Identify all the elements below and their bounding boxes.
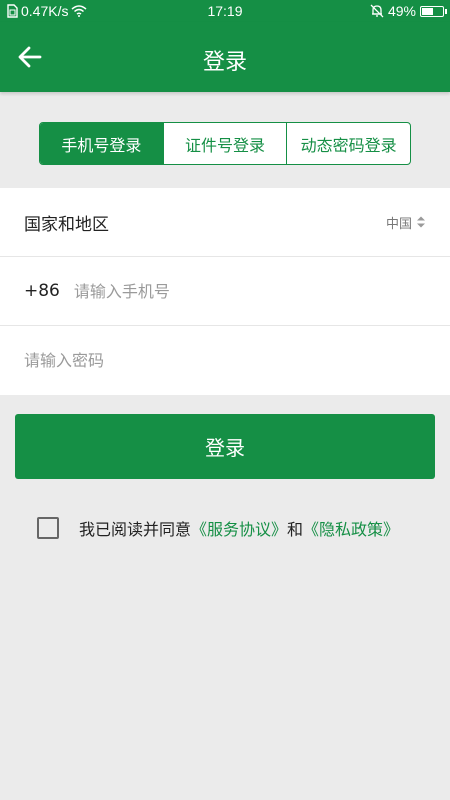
login-form: 国家和地区 中国 +86 (0, 188, 450, 395)
password-input[interactable] (24, 351, 324, 370)
page-title: 登录 (202, 50, 247, 75)
battery-icon (420, 5, 447, 17)
status-bar: 0.47K/s 17:19 49% (0, 0, 450, 22)
region-label: 国家和地区 (24, 214, 109, 235)
login-button[interactable]: 登录 (15, 414, 435, 479)
login-method-tabs: 手机号登录 证件号登录 动态密码登录 (39, 122, 411, 165)
tab-id-login[interactable]: 证件号登录 (164, 123, 288, 164)
agreement-and: 和 (287, 520, 304, 539)
agreement-row: 我已阅读并同意 《服务协议》 和 《隐私政策》 (37, 516, 399, 540)
bell-off-icon (370, 4, 384, 18)
password-row (0, 326, 450, 395)
status-right: 49% (370, 3, 447, 19)
country-code: +86 (24, 281, 60, 301)
battery-fill (422, 7, 433, 15)
sort-updown-icon (417, 216, 425, 228)
tab-otp-login[interactable]: 动态密码登录 (287, 123, 410, 164)
phone-row: +86 (0, 257, 450, 326)
region-selector[interactable]: 国家和地区 中国 (0, 188, 450, 257)
tab-phone-login[interactable]: 手机号登录 (40, 123, 164, 164)
region-value: 中国 (385, 216, 412, 232)
app-bar: 登录 (0, 22, 450, 92)
agreement-checkbox[interactable] (37, 517, 59, 539)
service-agreement-link[interactable]: 《服务协议》 (191, 516, 287, 540)
battery-percent: 49% (387, 3, 416, 19)
privacy-policy-link[interactable]: 《隐私政策》 (303, 516, 399, 540)
agreement-text: 我已阅读并同意 (79, 520, 192, 539)
phone-input[interactable] (73, 281, 374, 301)
